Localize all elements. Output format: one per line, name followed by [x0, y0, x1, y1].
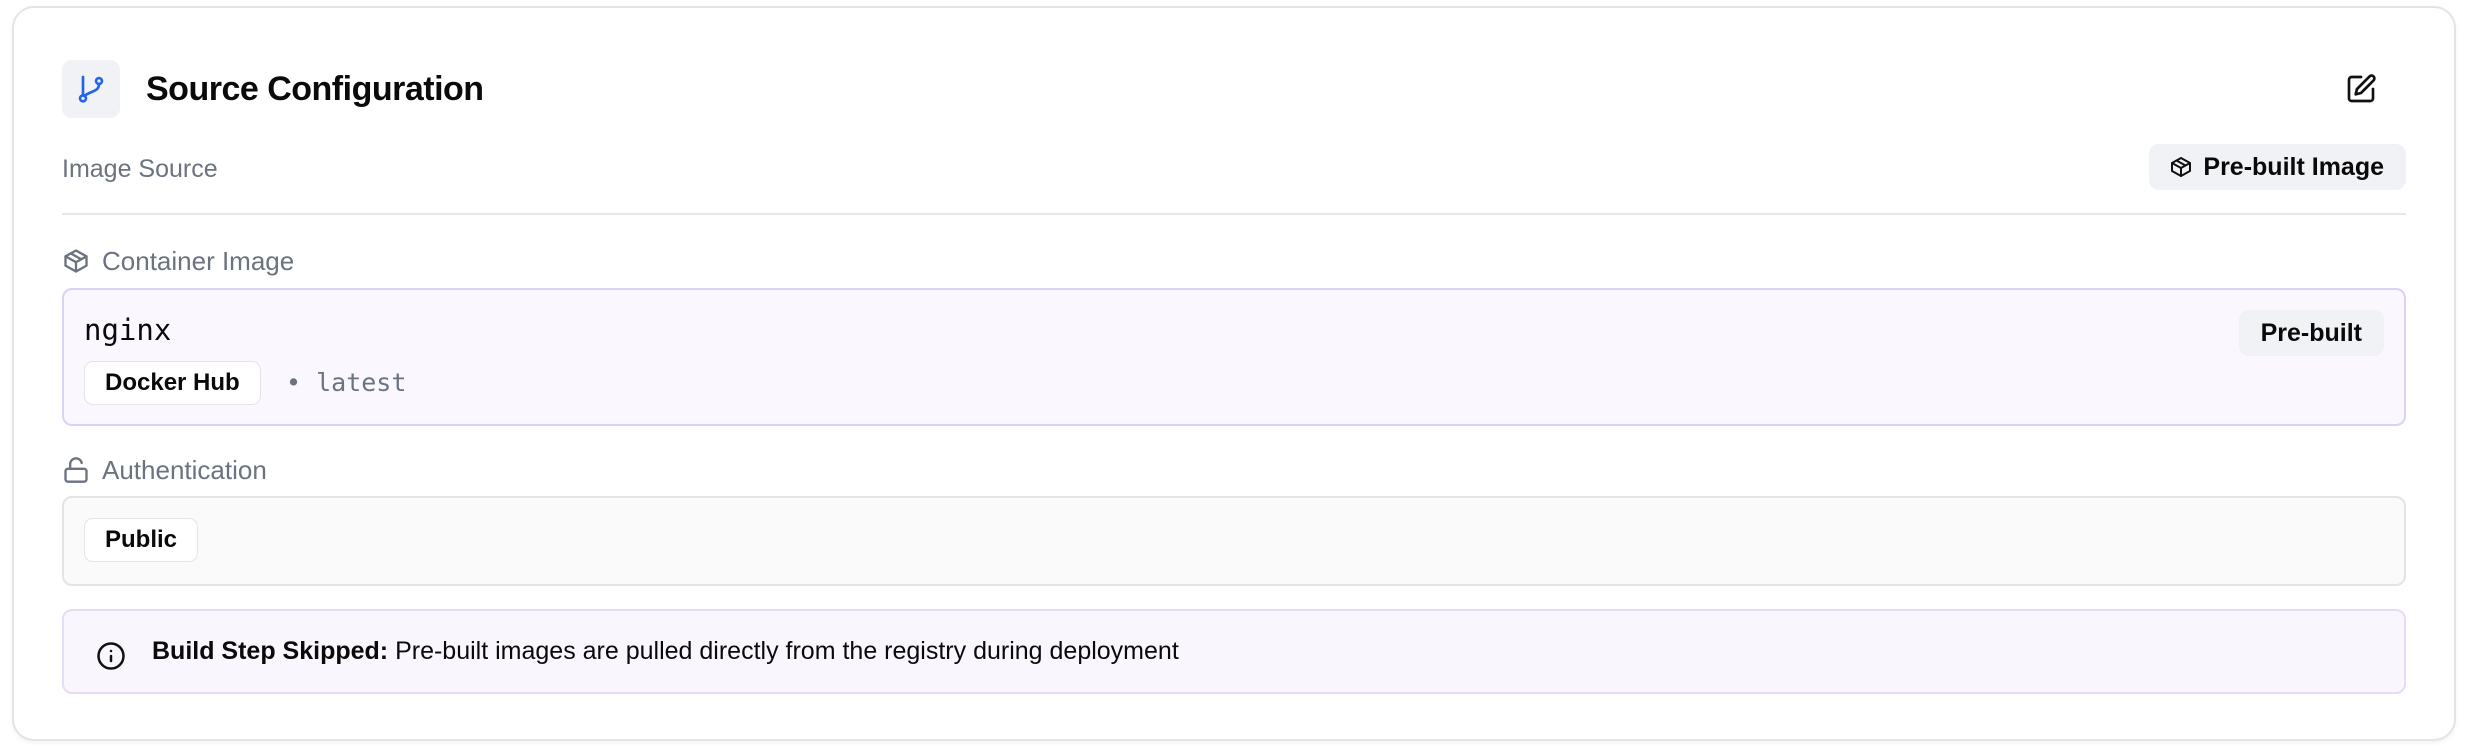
git-branch-icon [62, 60, 120, 118]
notice-title: Build Step Skipped: [152, 637, 389, 665]
divider [62, 213, 2406, 215]
registry-badge: Docker Hub [84, 361, 261, 405]
container-image-section-label: Container Image [62, 244, 294, 278]
image-tag: • latest [286, 368, 407, 397]
image-source-badge-label: Pre-built Image [2203, 152, 2384, 181]
authentication-section-label: Authentication [62, 453, 267, 487]
notice-text: Build Step Skipped: Pre-built images are… [152, 635, 1179, 667]
source-configuration-card: Source Configuration Image Source Pre-bu… [12, 6, 2456, 741]
package-icon [64, 249, 88, 273]
package-icon [2171, 157, 2192, 177]
image-source-row: Image Source Pre-built Image [62, 144, 2406, 192]
container-image-label: Container Image [102, 245, 295, 276]
edit-button[interactable] [2336, 64, 2386, 114]
notice-message: Pre-built images are pulled directly fro… [388, 637, 1179, 665]
auth-type-badge: Public [84, 518, 199, 562]
authentication-box: Public [62, 496, 2406, 586]
image-name: nginx [84, 313, 172, 347]
card-header: Source Configuration [62, 60, 2406, 118]
info-icon [97, 642, 125, 670]
image-source-label: Image Source [62, 155, 218, 183]
authentication-label: Authentication [102, 454, 267, 485]
image-type-badge: Pre-built [2238, 310, 2384, 356]
edit-icon [2347, 74, 2376, 103]
container-image-box: nginx Docker Hub • latest Pre-built [62, 288, 2406, 426]
page-title: Source Configuration [146, 70, 484, 108]
build-skipped-notice: Build Step Skipped: Pre-built images are… [62, 609, 2406, 694]
unlock-icon [64, 457, 88, 483]
image-source-badge: Pre-built Image [2149, 144, 2406, 190]
